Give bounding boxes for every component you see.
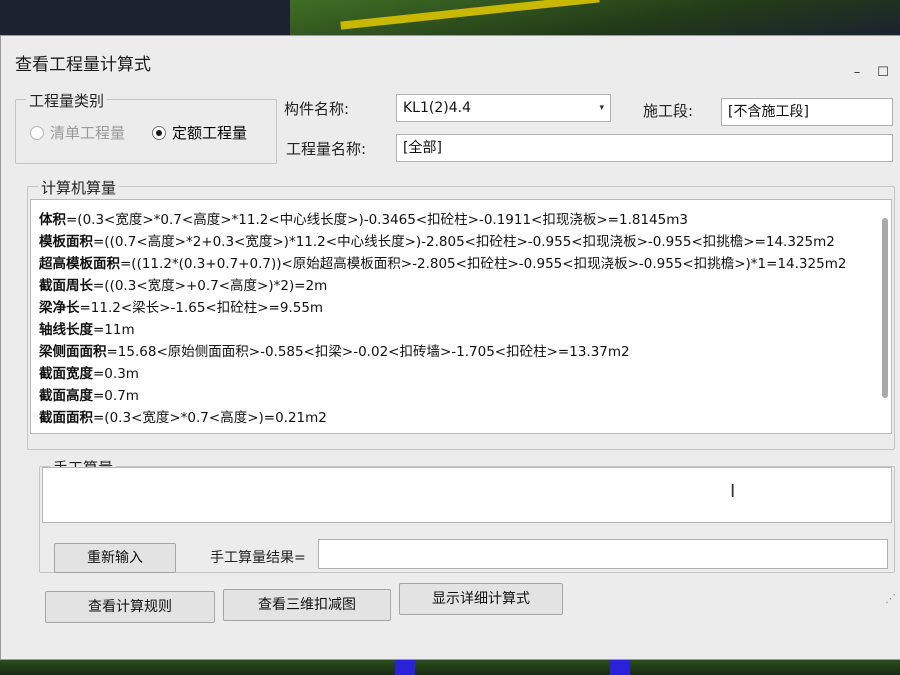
- quantity-name-value: [全部]: [403, 140, 442, 156]
- section-label: 施工段:: [643, 102, 694, 120]
- radio-quota-quantity[interactable]: 定额工程量: [152, 122, 247, 143]
- reenter-button[interactable]: 重新输入: [54, 543, 176, 573]
- formula-line: 体积=(0.3<宽度>*0.7<高度>*11.2<中心线长度>)-0.3465<…: [39, 212, 688, 228]
- radio-unselected-icon: [30, 125, 44, 140]
- minimize-icon[interactable]: –: [849, 66, 865, 80]
- formula-line: 轴线长度=11m: [39, 322, 135, 338]
- text-cursor-icon: I: [730, 481, 736, 502]
- quantity-name-field[interactable]: [全部]: [396, 134, 893, 162]
- manual-result-field[interactable]: [318, 539, 888, 569]
- radio-list-quantity[interactable]: 清单工程量: [30, 122, 125, 143]
- quantity-category-group: 工程量类别 清单工程量 定额工程量: [15, 90, 277, 164]
- view-3d-deduction-button[interactable]: 查看三维扣减图: [223, 589, 391, 621]
- component-name-value: KL1(2)4.4: [403, 100, 471, 116]
- formula-line: 梁净长=11.2<梁长>-1.65<扣砼柱>=9.55m: [39, 300, 324, 316]
- chevron-down-icon[interactable]: ▾: [599, 95, 604, 121]
- formula-line: 梁侧面面积=15.68<原始侧面面积>-0.585<扣梁>-0.02<扣砖墙>-…: [39, 344, 630, 360]
- component-name-combo[interactable]: KL1(2)4.4 ▾: [396, 94, 611, 122]
- section-field[interactable]: [不含施工段]: [721, 98, 893, 126]
- formula-line: 模板面积=((0.7<高度>*2+0.3<宽度>)*11.2<中心线长度>)-2…: [39, 234, 835, 250]
- resize-grip-icon[interactable]: ⋰: [885, 592, 896, 605]
- quantity-category-label: 工程量类别: [26, 90, 108, 111]
- formula-line: 截面宽度=0.3m: [39, 366, 139, 382]
- formula-line: 截面周长=((0.3<宽度>+0.7<高度>)*2)=2m: [39, 278, 328, 294]
- show-detail-formula-button[interactable]: 显示详细计算式: [399, 583, 563, 615]
- quantity-formula-dialog: 查看工程量计算式 – ☐ 工程量类别 清单工程量 定额工程量 构件名称: KL1…: [0, 35, 900, 660]
- computer-calc-text[interactable]: 体积=(0.3<宽度>*0.7<高度>*11.2<中心线长度>)-0.3465<…: [30, 199, 892, 434]
- view-rules-button[interactable]: 查看计算规则: [45, 591, 215, 623]
- formula-line: 超高模板面积=((11.2*(0.3+0.7+0.7))<原始超高模板面积>-2…: [39, 256, 847, 272]
- formula-line: 截面高度=0.7m: [39, 388, 139, 404]
- title-bar[interactable]: 查看工程量计算式 – ☐: [1, 36, 900, 86]
- quantity-name-label: 工程量名称:: [286, 140, 367, 158]
- formula-line: 截面面积=(0.3<宽度>*0.7<高度>)=0.21m2: [39, 410, 327, 426]
- manual-result-label: 手工算量结果=: [210, 550, 306, 566]
- dialog-title: 查看工程量计算式: [15, 55, 151, 75]
- manual-calc-group: 手工算量 I 重新输入 手工算量结果=: [39, 457, 895, 573]
- section-value: [不含施工段]: [728, 104, 809, 120]
- manual-calc-input[interactable]: [42, 467, 892, 523]
- computer-calc-label: 计算机算量: [38, 177, 120, 198]
- component-name-label: 构件名称:: [284, 100, 350, 118]
- radio-selected-icon: [152, 125, 166, 140]
- computer-calc-group: 计算机算量 体积=(0.3<宽度>*0.7<高度>*11.2<中心线长度>)-0…: [27, 177, 895, 450]
- maximize-icon[interactable]: ☐: [875, 66, 891, 80]
- radio-list-quantity-label: 清单工程量: [50, 124, 126, 142]
- radio-quota-quantity-label: 定额工程量: [172, 124, 248, 142]
- vertical-scrollbar[interactable]: [882, 218, 888, 398]
